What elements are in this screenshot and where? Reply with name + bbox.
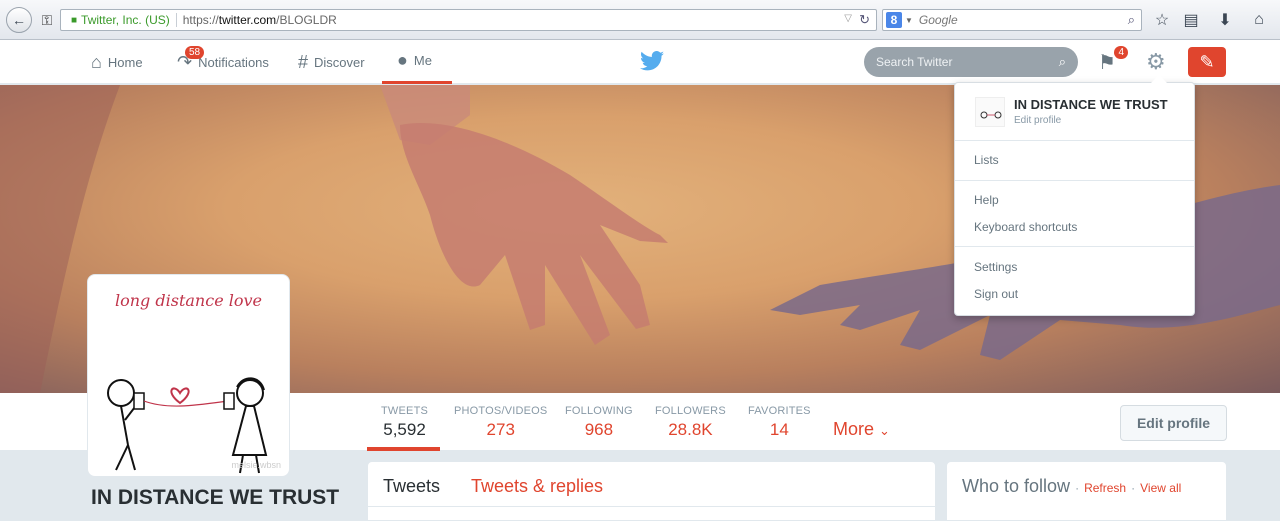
divider	[955, 140, 1194, 141]
who-to-follow-card: Who to follow · Refresh · View all	[946, 461, 1227, 521]
bookmark-star-icon[interactable]: ☆	[1151, 9, 1173, 31]
who-to-follow-title: Who to follow	[962, 476, 1071, 496]
nav-discover[interactable]: # Discover	[298, 40, 365, 84]
menu-item-sign-out[interactable]: Sign out	[974, 287, 1018, 301]
url-domain: twitter.com	[218, 13, 277, 27]
stat-value: 5,592	[383, 420, 426, 439]
nav-home[interactable]: ⌂ Home	[91, 40, 143, 84]
person-icon: ●	[397, 50, 408, 70]
dropdown-edit-profile-link[interactable]: Edit profile	[1014, 115, 1061, 126]
nav-notifications[interactable]: ↷ 58 Notifications	[177, 40, 269, 84]
compose-quill-icon: ✎	[1199, 51, 1215, 72]
stat-label: FOLLOWING	[565, 405, 633, 417]
direct-messages-icon[interactable]: ⚑ 4	[1098, 46, 1128, 76]
stat-value: 28.8K	[668, 420, 713, 439]
stat-value: 14	[769, 420, 789, 439]
divider	[955, 180, 1194, 181]
download-arrow-icon[interactable]: ⬇	[1214, 9, 1236, 31]
twitter-topbar: ⌂ Home ↷ 58 Notifications # Discover ● M…	[0, 40, 1280, 84]
view-all-link[interactable]: View all	[1140, 481, 1181, 495]
more-label: More	[833, 419, 875, 439]
hashtag-icon: #	[298, 51, 309, 72]
separator-dot: ·	[1075, 481, 1080, 495]
stat-photos-videos[interactable]: PHOTOS/VIDEOS 273	[454, 405, 547, 440]
home-icon[interactable]: ⌂	[1248, 9, 1270, 31]
settings-dropdown-menu: IN DISTANCE WE TRUST Edit profile Lists …	[954, 75, 1195, 316]
divider	[955, 246, 1194, 247]
avatar[interactable]: long distance love melsie.wbsn	[87, 274, 290, 477]
magnifier-icon[interactable]: ⌕	[1128, 12, 1135, 28]
twitter-bird-icon[interactable]	[640, 51, 664, 71]
compose-tweet-button[interactable]: ✎	[1188, 47, 1226, 77]
lock-icon: ■	[71, 14, 78, 26]
avatar-stick-figures-illustration	[107, 377, 268, 474]
back-arrow-icon[interactable]: ←	[6, 7, 32, 33]
refresh-link[interactable]: Refresh	[1084, 481, 1126, 495]
stat-value: 273	[486, 420, 515, 439]
stat-label: PHOTOS/VIDEOS	[454, 405, 548, 417]
gear-icon[interactable]: ⚙	[1146, 49, 1166, 75]
notifications-badge: 58	[185, 46, 205, 59]
dropdown-avatar[interactable]	[975, 97, 1005, 127]
browser-toolbar: ← ⚿ ■ Twitter, Inc. (US) https://twitter…	[0, 0, 1280, 40]
stat-favorites[interactable]: FAVORITES 14	[748, 405, 811, 440]
search-engine-placeholder: Google	[918, 13, 958, 27]
stat-value: 968	[584, 420, 614, 439]
menu-item-help[interactable]: Help	[974, 193, 999, 207]
chevron-down-icon: ⌄	[879, 423, 890, 438]
divider	[368, 506, 935, 507]
chevron-down-icon[interactable]: ▽	[844, 13, 852, 24]
clipboard-icon[interactable]: ▤	[1180, 9, 1202, 31]
profile-name[interactable]: IN DISTANCE WE TRUST	[91, 486, 339, 510]
active-stat-underline	[367, 447, 440, 451]
tweets-timeline-card: Tweets Tweets & replies	[367, 461, 936, 521]
stat-tweets[interactable]: TWEETS 5,592	[381, 405, 428, 440]
url-path: /BLOGLDR	[276, 13, 337, 27]
avatar-watermark: melsie.wbsn	[231, 460, 281, 470]
menu-item-keyboard-shortcuts[interactable]: Keyboard shortcuts	[974, 220, 1077, 234]
mini-avatar-illustration	[980, 111, 1002, 119]
chevron-down-icon[interactable]: ▼	[905, 16, 913, 25]
stat-label: FAVORITES	[748, 405, 811, 417]
stat-label: FOLLOWERS	[655, 405, 726, 417]
url-prefix: https://	[182, 13, 219, 27]
key-icon[interactable]: ⚿	[36, 9, 58, 31]
home-icon: ⌂	[91, 51, 102, 72]
nav-home-label: Home	[107, 54, 143, 70]
menu-item-settings[interactable]: Settings	[974, 260, 1017, 274]
site-identity[interactable]: Twitter, Inc. (US)	[81, 13, 177, 27]
tab-tweets[interactable]: Tweets	[383, 476, 440, 497]
edit-profile-button[interactable]: Edit profile	[1120, 405, 1227, 441]
nav-notifications-label: Notifications	[198, 54, 269, 70]
url-text[interactable]: https://twitter.com/BLOGLDR	[183, 13, 337, 27]
google-icon[interactable]: 8	[886, 12, 902, 28]
twitter-search-input[interactable]: Search Twitter ⌕	[864, 47, 1078, 77]
twitter-search-placeholder: Search Twitter	[876, 55, 953, 69]
more-dropdown[interactable]: More ⌄	[833, 419, 890, 440]
search-icon[interactable]: ⌕	[1059, 54, 1066, 70]
browser-search-field[interactable]: 8 ▼ Google ⌕	[882, 9, 1142, 31]
messages-badge: 4	[1114, 46, 1128, 59]
tab-tweets-and-replies[interactable]: Tweets & replies	[471, 476, 603, 497]
nav-me-label: Me	[413, 53, 432, 68]
nav-me[interactable]: ● Me	[382, 40, 452, 84]
nav-discover-label: Discover	[314, 54, 365, 70]
menu-item-lists[interactable]: Lists	[974, 153, 999, 167]
stat-following[interactable]: FOLLOWING 968	[565, 405, 633, 440]
reload-icon[interactable]: ↻	[859, 12, 870, 28]
address-bar[interactable]: ■ Twitter, Inc. (US) https://twitter.com…	[60, 9, 877, 31]
separator-dot: ·	[1131, 481, 1136, 495]
stat-label: TWEETS	[381, 405, 429, 417]
dropdown-profile-name[interactable]: IN DISTANCE WE TRUST	[1014, 97, 1168, 112]
stat-followers[interactable]: FOLLOWERS 28.8K	[655, 405, 726, 440]
